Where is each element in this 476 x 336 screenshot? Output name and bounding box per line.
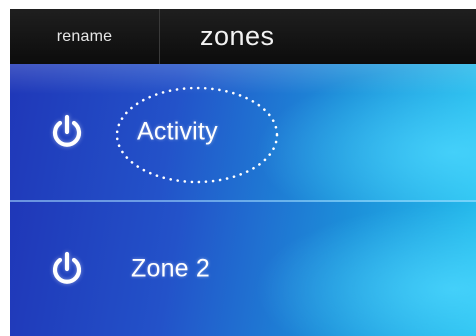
zone-row-zone-2[interactable]: Zone 2 xyxy=(10,200,476,336)
header-bar: rename zones xyxy=(10,9,476,64)
power-glyph xyxy=(52,114,82,147)
power-icon[interactable] xyxy=(50,114,84,150)
page-title: zones xyxy=(200,21,275,51)
power-glyph xyxy=(52,251,82,284)
power-icon[interactable] xyxy=(50,251,84,287)
zones-screen: rename zones Activity Zone 2 xyxy=(0,0,476,336)
zone-name: Activity xyxy=(137,117,218,146)
zone-row-activity[interactable]: Activity xyxy=(10,64,476,200)
zone-list: Activity Zone 2 xyxy=(10,64,476,336)
rename-button[interactable]: rename xyxy=(10,9,160,64)
zone-name: Zone 2 xyxy=(131,254,211,283)
